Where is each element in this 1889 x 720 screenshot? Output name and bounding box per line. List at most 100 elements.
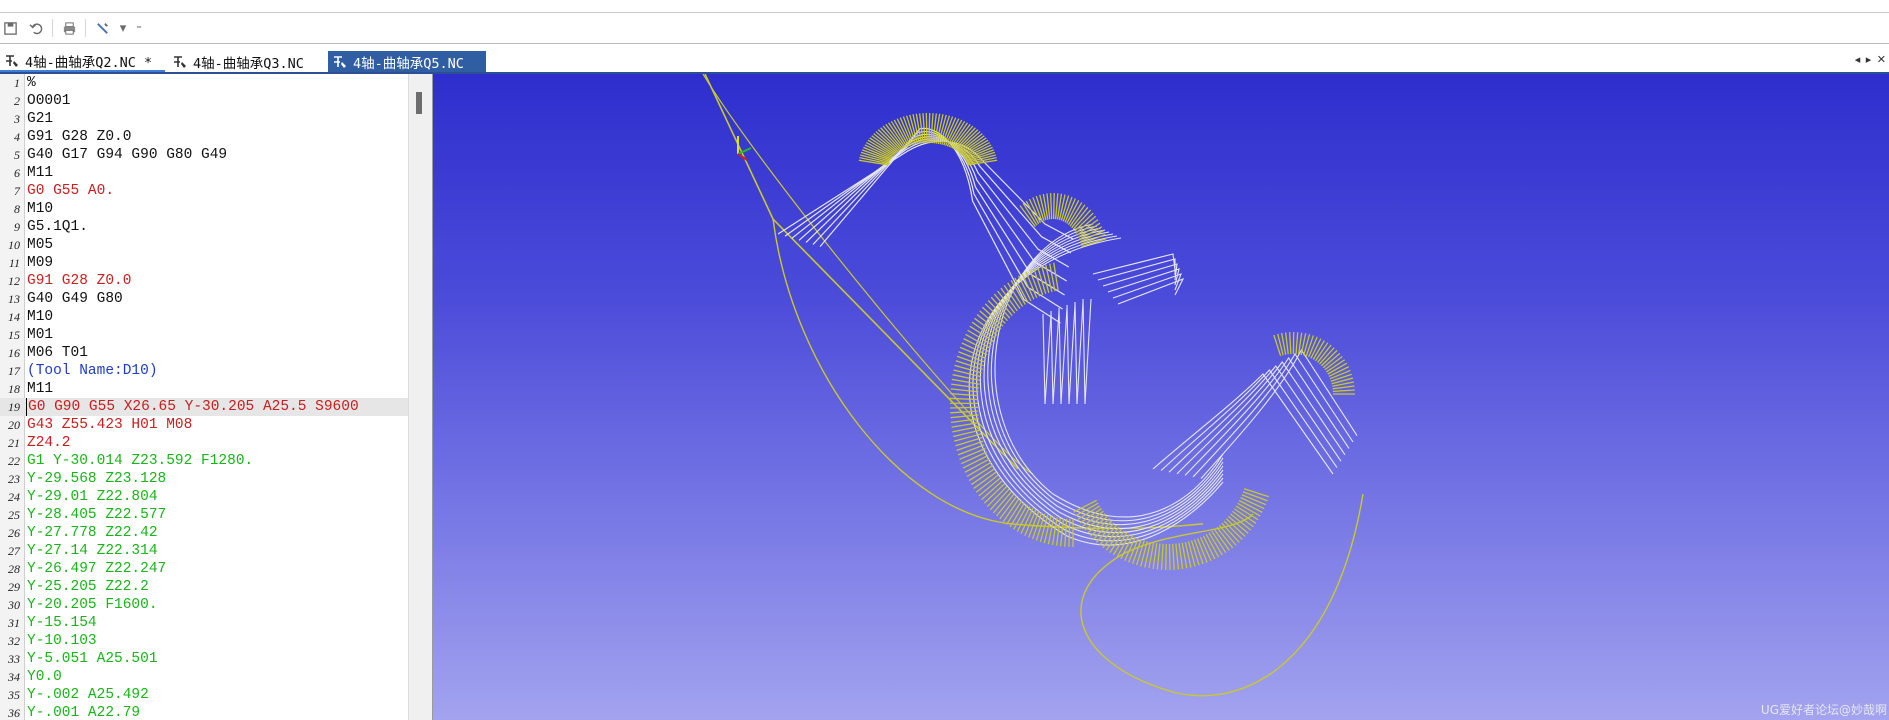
- code-line[interactable]: 18 M11: [0, 380, 408, 398]
- toolpath-curve: [1074, 301, 1084, 405]
- code-text: Z24.2: [27, 435, 71, 451]
- tool-axis-vector: [989, 488, 1010, 511]
- line-number: 28: [8, 562, 20, 576]
- tab-scroll-controls[interactable]: ◂ ▸ ✕: [1855, 53, 1887, 66]
- code-text: Y-20.205 F1600.: [27, 597, 158, 613]
- code-line[interactable]: 4 G91 G28 Z0.0: [0, 128, 408, 146]
- toolpath-curve: [1050, 310, 1060, 405]
- code-line[interactable]: 5 G40 G17 G94 G90 G80 G49: [0, 146, 408, 164]
- line-number: 2: [14, 94, 20, 108]
- code-line[interactable]: 21 Z24.2: [0, 434, 408, 452]
- code-text: M11: [27, 165, 54, 181]
- tool-axis-vector: [951, 383, 980, 389]
- code-line[interactable]: 17 (Tool Name:D10): [0, 362, 408, 380]
- code-line[interactable]: 28 Y-26.497 Z22.247: [0, 560, 408, 578]
- line-number: 20: [8, 418, 20, 432]
- code-text: (Tool Name:D10): [27, 363, 158, 379]
- code-line[interactable]: 23 Y-29.568 Z23.128: [0, 470, 408, 488]
- tool-axis-vector: [1175, 543, 1180, 570]
- tab-q3[interactable]: 4轴-曲轴承Q3.NC: [168, 51, 328, 72]
- tool-axis-vector: [1064, 518, 1068, 547]
- code-line[interactable]: 33 Y-5.051 A25.501: [0, 650, 408, 668]
- code-line[interactable]: 9 G5.1Q1.: [0, 218, 408, 236]
- line-number: 8: [14, 202, 20, 216]
- tool-axis-vector: [956, 440, 984, 451]
- line-number: 26: [8, 526, 20, 540]
- tool-axis-vector: [951, 378, 980, 385]
- line-number: 5: [14, 148, 20, 162]
- tool-axis-vector: [1332, 385, 1355, 390]
- print-icon[interactable]: [59, 18, 79, 38]
- menu-bar: [0, 0, 1889, 13]
- code-line[interactable]: 29 Y-25.205 Z22.2: [0, 578, 408, 596]
- code-line[interactable]: 15 M01: [0, 326, 408, 344]
- line-number: 25: [8, 508, 20, 522]
- toolbar-separator: [52, 19, 53, 37]
- tab-q5[interactable]: 4轴-曲轴承Q5.NC: [328, 51, 486, 72]
- line-number: 29: [8, 580, 20, 594]
- code-line[interactable]: 34 Y0.0: [0, 668, 408, 686]
- tab-label: 4轴-曲轴承Q3.NC: [193, 55, 304, 72]
- code-line[interactable]: 26 Y-27.778 Z22.42: [0, 524, 408, 542]
- toolpath-scene: [702, 74, 1364, 697]
- save-icon[interactable]: [0, 18, 20, 38]
- code-text: Y-29.01 Z22.804: [27, 489, 158, 505]
- code-line[interactable]: 2 O0001: [0, 92, 408, 110]
- code-line[interactable]: 27 Y-27.14 Z22.314: [0, 542, 408, 560]
- code-line[interactable]: 12 G91 G28 Z0.0: [0, 272, 408, 290]
- toolbar-separator: [85, 19, 86, 37]
- tool-axis-vector: [1190, 540, 1200, 566]
- code-line[interactable]: 10 M05: [0, 236, 408, 254]
- code-line[interactable]: 1%: [0, 74, 408, 92]
- toolpath-curve: [979, 231, 1224, 534]
- line-number: 34: [8, 670, 20, 684]
- tool-axis-vector: [955, 436, 983, 447]
- code-line[interactable]: 3 G21: [0, 110, 408, 128]
- nc-file-icon: [172, 54, 188, 70]
- code-text: G5.1Q1.: [27, 219, 88, 235]
- tool-axis-vector: [1160, 543, 1164, 570]
- tool-icon[interactable]: [92, 18, 112, 38]
- tool-axis-vector: [950, 393, 979, 397]
- code-line[interactable]: 35 Y-.002 A25.492: [0, 686, 408, 704]
- toolpath-curve: [777, 140, 1074, 240]
- code-text: %: [27, 75, 36, 91]
- toolpath-curve: [1102, 263, 1178, 287]
- undo-icon[interactable]: [26, 18, 46, 38]
- line-number: 3: [14, 112, 20, 126]
- toolbar: ▾ ⁼: [0, 13, 1889, 44]
- code-line[interactable]: 22 G1 Y-30.014 Z23.592 F1280.: [0, 452, 408, 470]
- customize-icon[interactable]: ⁼: [134, 18, 144, 38]
- code-line[interactable]: 36 Y-.001 A22.79: [0, 704, 408, 720]
- code-line[interactable]: 11 M09: [0, 254, 408, 272]
- nc-code-editor[interactable]: 1% 2 O0001 3 G21 4 G91 G28 Z0.0 5 G40 G17 G94 G9…: [0, 74, 433, 720]
- code-line[interactable]: 14 M10: [0, 308, 408, 326]
- code-line[interactable]: 8 M10: [0, 200, 408, 218]
- line-number: 14: [8, 310, 20, 324]
- tool-axis-vector: [1178, 543, 1184, 570]
- document-tabs: 4轴-曲轴承Q2.NC * 4轴-曲轴承Q3.NC 4轴-曲轴承Q5.NC ◂ …: [0, 48, 1889, 74]
- code-line[interactable]: 31 Y-15.154: [0, 614, 408, 632]
- code-line[interactable]: 32 Y-10.103: [0, 632, 408, 650]
- code-text: Y0.0: [27, 669, 62, 685]
- tool-axis-vector: [956, 355, 984, 367]
- code-line[interactable]: 24 Y-29.01 Z22.804: [0, 488, 408, 506]
- code-line[interactable]: 16 M06 T01: [0, 344, 408, 362]
- code-line[interactable]: 20 G43 Z55.423 H01 M08: [0, 416, 408, 434]
- code-line[interactable]: 6 M11: [0, 164, 408, 182]
- tab-q2[interactable]: 4轴-曲轴承Q2.NC *: [0, 51, 165, 72]
- code-line[interactable]: 19 G0 G90 G55 X26.65 Y-30.205 A25.5 S9600: [0, 398, 408, 416]
- scrollbar-thumb[interactable]: [416, 92, 422, 114]
- code-line[interactable]: 7 G0 G55 A0.: [0, 182, 408, 200]
- code-text: Y-29.568 Z23.128: [27, 471, 167, 487]
- code-text: G91 G28 Z0.0: [27, 129, 132, 145]
- code-line[interactable]: 30 Y-20.205 F1600.: [0, 596, 408, 614]
- code-line[interactable]: 25 Y-28.405 Z22.577: [0, 506, 408, 524]
- editor-scrollbar[interactable]: [408, 74, 432, 720]
- code-line[interactable]: 13 G40 G49 G80: [0, 290, 408, 308]
- toolpath-curve: [812, 131, 1063, 310]
- line-number: 36: [8, 706, 20, 720]
- dropdown-arrow-icon[interactable]: ▾: [118, 18, 128, 38]
- toolpath-3d-viewport[interactable]: UG爱好者论坛@妙哉啊: [433, 74, 1889, 720]
- line-number: 31: [8, 616, 20, 630]
